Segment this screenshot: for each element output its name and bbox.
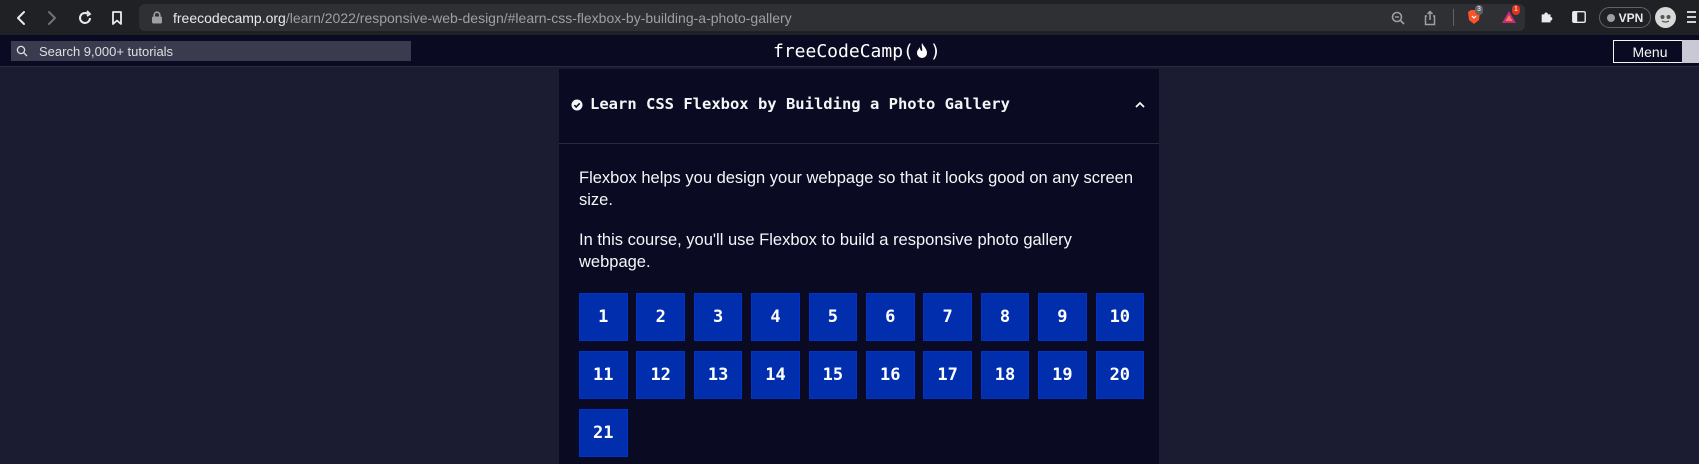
check-circle-icon — [571, 99, 583, 111]
user-avatar[interactable] — [1682, 40, 1699, 63]
step-button[interactable]: 5 — [808, 293, 858, 341]
puzzle-icon — [1541, 12, 1553, 23]
share-icon[interactable] — [1422, 10, 1438, 26]
course-title: Learn CSS Flexbox by Building a Photo Ga… — [590, 95, 1010, 113]
search-input[interactable]: Search 9,000+ tutorials — [11, 41, 411, 61]
step-button[interactable]: 18 — [980, 351, 1030, 399]
profile-face-icon — [1660, 15, 1671, 23]
back-button[interactable] — [11, 8, 31, 28]
flame-icon — [916, 43, 927, 58]
url-host: freecodecamp.org — [173, 10, 286, 26]
reload-button[interactable] — [75, 8, 95, 28]
step-button[interactable]: 20 — [1095, 351, 1145, 399]
address-bar[interactable]: freecodecamp.org/learn/2022/responsive-w… — [139, 4, 1525, 31]
course-description-2: In this course, you'll use Flexbox to bu… — [579, 231, 1072, 271]
forward-button[interactable] — [42, 8, 62, 28]
step-button[interactable]: 11 — [579, 351, 628, 399]
fcc-logo[interactable]: freeCodeCamp( ) — [773, 40, 941, 62]
separator — [1453, 9, 1454, 26]
zoom-icon[interactable] — [1390, 10, 1406, 26]
extensions-button[interactable] — [1538, 8, 1556, 26]
step-button[interactable]: 17 — [923, 351, 972, 399]
course-card: Learn CSS Flexbox by Building a Photo Ga… — [559, 69, 1159, 464]
step-button[interactable]: 12 — [636, 351, 685, 399]
step-button[interactable]: 8 — [980, 293, 1030, 341]
step-button[interactable]: 21 — [579, 409, 628, 457]
step-button[interactable]: 3 — [693, 293, 743, 341]
search-icon — [16, 45, 28, 57]
shields-count-badge: 3 — [1475, 5, 1483, 15]
step-button[interactable]: 13 — [693, 351, 743, 399]
step-button[interactable]: 10 — [1095, 293, 1145, 341]
step-button[interactable]: 4 — [751, 293, 800, 341]
vpn-button[interactable]: VPN — [1599, 7, 1651, 28]
back-arrow-icon — [17, 11, 25, 25]
step-button[interactable]: 2 — [636, 293, 685, 341]
bookmark-icon — [112, 11, 122, 25]
browser-toolbar: freecodecamp.org/learn/2022/responsive-w… — [0, 0, 1699, 35]
bookmark-button[interactable] — [107, 8, 127, 28]
browser-menu-icon[interactable] — [1686, 9, 1696, 25]
step-button[interactable]: 14 — [751, 351, 800, 399]
vpn-status-icon — [1606, 13, 1615, 22]
course-header[interactable]: Learn CSS Flexbox by Building a Photo Ga… — [559, 69, 1159, 144]
sidebar-icon — [1572, 10, 1586, 24]
step-button[interactable]: 19 — [1038, 351, 1087, 399]
reload-icon — [79, 10, 92, 24]
forward-arrow-icon — [48, 11, 56, 25]
logo-text-right: ) — [929, 40, 941, 62]
lock-icon — [152, 11, 162, 24]
rewards-count-badge: 1 — [1512, 5, 1520, 15]
sidebar-button[interactable] — [1570, 8, 1588, 26]
logo-text-left: freeCodeCamp( — [773, 40, 914, 62]
site-navbar: Search 9,000+ tutorials freeCodeCamp( ) … — [0, 35, 1699, 67]
step-button[interactable]: 16 — [865, 351, 915, 399]
course-description-1: Flexbox helps you design your webpage so… — [579, 169, 1134, 209]
menu-button[interactable]: Menu — [1613, 40, 1687, 63]
vpn-label: VPN — [1618, 10, 1644, 25]
step-grid: 1 2 3 4 5 6 7 8 9 10 11 12 13 14 15 16 17 18 19 20 21 — [579, 293, 1145, 457]
step-button[interactable]: 9 — [1038, 293, 1087, 341]
search-placeholder: Search 9,000+ tutorials — [39, 44, 174, 59]
url-path: /learn/2022/responsive-web-design/#learn… — [285, 10, 792, 26]
step-button[interactable]: 1 — [579, 293, 628, 341]
chevron-up-icon[interactable] — [1134, 99, 1146, 111]
step-button[interactable]: 6 — [865, 293, 915, 341]
url-text[interactable]: freecodecamp.org/learn/2022/responsive-w… — [173, 10, 792, 26]
step-button[interactable]: 15 — [808, 351, 858, 399]
step-button[interactable]: 7 — [923, 293, 972, 341]
profile-avatar[interactable] — [1655, 7, 1676, 28]
